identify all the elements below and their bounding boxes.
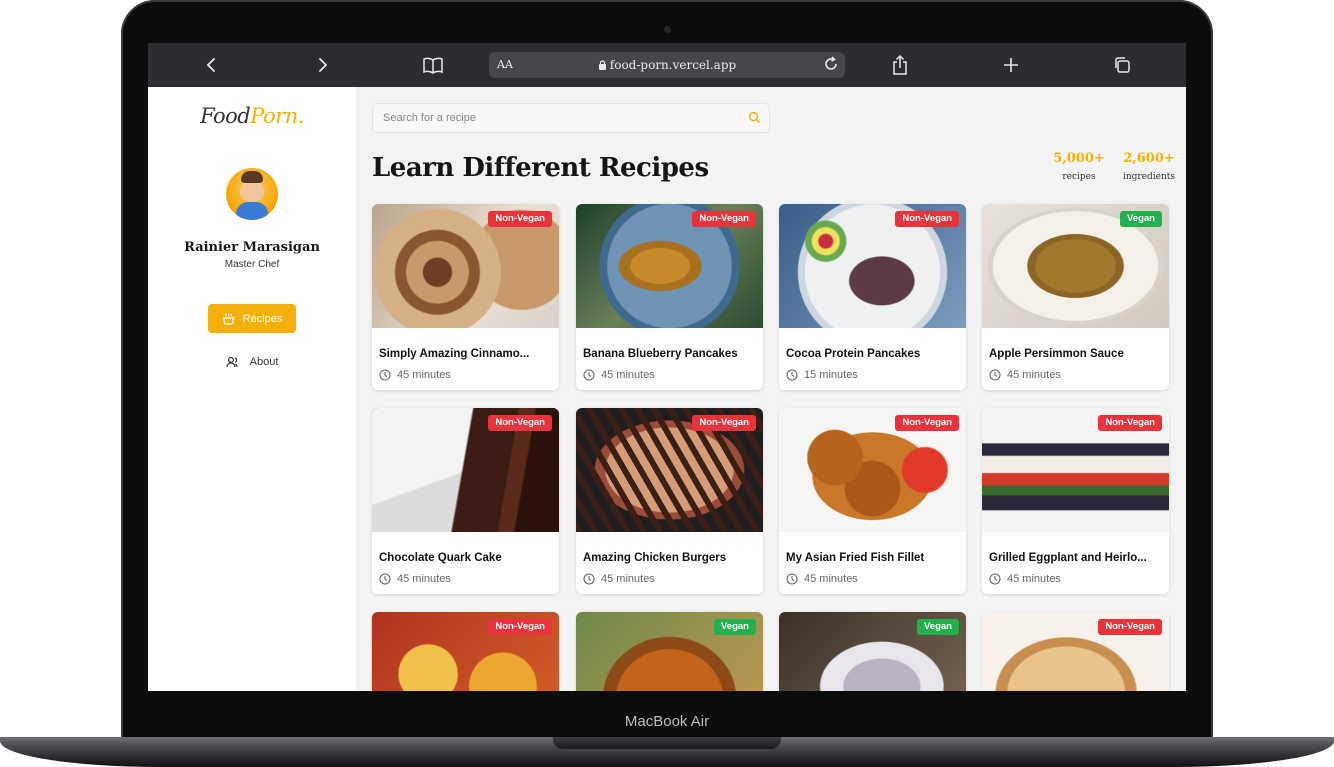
page-title: Learn Different Recipes	[372, 153, 709, 183]
diet-badge: Non-Vegan	[488, 619, 552, 635]
diet-badge: Non-Vegan	[1098, 415, 1162, 431]
search-placeholder: Search for a recipe	[383, 112, 476, 124]
lock-icon	[598, 60, 606, 70]
recipe-time: 15 minutes	[786, 369, 858, 381]
recipe-time-label: 15 minutes	[804, 369, 858, 381]
user-name: Rainier Marasigan	[184, 240, 320, 255]
stat-value: 2,600+	[1123, 151, 1175, 166]
recipe-card[interactable]: Non-Vegan My Asian Fried Fish Fillet 45 …	[779, 408, 966, 594]
clock-icon	[786, 369, 798, 381]
recipe-time: 45 minutes	[379, 573, 451, 585]
stat-label: recipes	[1062, 172, 1096, 182]
recipe-time: 45 minutes	[989, 573, 1061, 585]
new-tab-icon[interactable]	[999, 53, 1023, 77]
recipe-card[interactable]: Non-Vegan Banana Blueberry Pancakes 45 m…	[576, 204, 763, 390]
url-label: food-porn.vercel.app	[609, 58, 737, 72]
recipe-card[interactable]: Non-Vegan Amazing Chicken Burgers 45 min…	[576, 408, 763, 594]
recipe-title: Apple Persimmon Sauce	[989, 348, 1124, 360]
tabs-icon[interactable]	[1110, 53, 1134, 77]
clock-icon	[379, 369, 391, 381]
recipe-title: Banana Blueberry Pancakes	[583, 348, 738, 360]
clock-icon	[379, 573, 391, 585]
recipe-card[interactable]: Non-Vegan Simply Amazing Cinnamo... 45 m…	[372, 204, 559, 390]
diet-badge: Non-Vegan	[895, 415, 959, 431]
recipe-time: 45 minutes	[583, 573, 655, 585]
diet-badge: Non-Vegan	[692, 211, 756, 227]
recipe-title: Grilled Eggplant and Heirlo...	[989, 552, 1147, 564]
webcam	[664, 26, 671, 33]
address-bar[interactable]: AA food-porn.vercel.app	[489, 52, 845, 78]
bookmarks-icon[interactable]	[421, 53, 445, 77]
nav-recipes-label: Recipes	[242, 312, 283, 325]
user-role: Master Chef	[224, 259, 280, 270]
nav-about-label: About	[249, 356, 279, 368]
clock-icon	[989, 369, 1001, 381]
stat-ingredients: 2,600+ ingredients	[1114, 151, 1184, 182]
stat-recipes: 5,000+ recipes	[1049, 151, 1109, 182]
nav-about-link[interactable]: About	[208, 350, 296, 374]
search-input[interactable]: Search for a recipe	[372, 103, 770, 133]
screen: AA food-porn.vercel.app FoodPorn. Rainie…	[148, 43, 1186, 691]
recipe-title: My Asian Fried Fish Fillet	[786, 552, 925, 564]
forward-icon[interactable]	[310, 53, 334, 77]
recipe-time-label: 45 minutes	[601, 369, 655, 381]
recipe-title: Simply Amazing Cinnamo...	[379, 348, 530, 360]
avatar	[226, 168, 278, 220]
recipe-time-label: 45 minutes	[804, 573, 858, 585]
logo-food: Food	[200, 104, 251, 128]
recipe-card[interactable]: Vegan	[576, 612, 763, 691]
laptop-notch	[553, 737, 781, 749]
pot-icon	[222, 313, 234, 325]
url-text: food-porn.vercel.app	[489, 58, 845, 72]
recipe-card[interactable]: Vegan Apple Persimmon Sauce 45 minutes	[982, 204, 1169, 390]
recipe-card[interactable]: Non-Vegan Chocolate Quark Cake 45 minute…	[372, 408, 559, 594]
recipe-card[interactable]: Non-Vegan	[982, 612, 1169, 691]
back-icon[interactable]	[200, 53, 224, 77]
recipe-title: Cocoa Protein Pancakes	[786, 348, 921, 360]
diet-badge: Non-Vegan	[488, 211, 552, 227]
recipe-time: 45 minutes	[786, 573, 858, 585]
recipe-time-label: 45 minutes	[397, 369, 451, 381]
clock-icon	[583, 369, 595, 381]
device-label: MacBook Air	[624, 713, 710, 730]
app-logo[interactable]: FoodPorn.	[148, 104, 356, 128]
recipe-time-label: 45 minutes	[1007, 573, 1061, 585]
reload-icon[interactable]	[823, 56, 839, 77]
diet-badge: Vegan	[714, 619, 756, 635]
nav-recipes-button[interactable]: Recipes	[208, 304, 296, 333]
recipe-time: 45 minutes	[379, 369, 451, 381]
stat-label: ingredients	[1122, 172, 1176, 182]
diet-badge: Non-Vegan	[488, 415, 552, 431]
diet-badge: Vegan	[917, 619, 959, 635]
recipe-title: Chocolate Quark Cake	[379, 552, 502, 564]
diet-badge: Vegan	[1120, 211, 1162, 227]
recipe-time-label: 45 minutes	[397, 573, 451, 585]
recipe-time-label: 45 minutes	[1007, 369, 1061, 381]
sidebar: FoodPorn. Rainier Marasigan Master Chef …	[148, 87, 356, 691]
diet-badge: Non-Vegan	[1098, 619, 1162, 635]
browser-toolbar: AA food-porn.vercel.app	[148, 43, 1186, 87]
main-content: Search for a recipe Learn Different Reci…	[356, 87, 1186, 691]
stat-value: 5,000+	[1053, 151, 1105, 166]
recipe-card[interactable]: Non-Vegan Cocoa Protein Pancakes 15 minu…	[779, 204, 966, 390]
clock-icon	[583, 573, 595, 585]
search-icon[interactable]	[748, 111, 761, 129]
diet-badge: Non-Vegan	[692, 415, 756, 431]
recipe-time: 45 minutes	[989, 369, 1061, 381]
share-icon[interactable]	[888, 53, 912, 77]
recipe-title: Amazing Chicken Burgers	[583, 552, 727, 564]
clock-icon	[786, 573, 798, 585]
recipe-card[interactable]: Non-Vegan	[372, 612, 559, 691]
recipe-card[interactable]: Vegan	[779, 612, 966, 691]
recipe-time: 45 minutes	[583, 369, 655, 381]
recipe-card[interactable]: Non-Vegan Grilled Eggplant and Heirlo...…	[982, 408, 1169, 594]
users-icon	[226, 356, 238, 368]
clock-icon	[989, 573, 1001, 585]
recipe-time-label: 45 minutes	[601, 573, 655, 585]
logo-porn: Porn.	[250, 104, 304, 128]
diet-badge: Non-Vegan	[895, 211, 959, 227]
